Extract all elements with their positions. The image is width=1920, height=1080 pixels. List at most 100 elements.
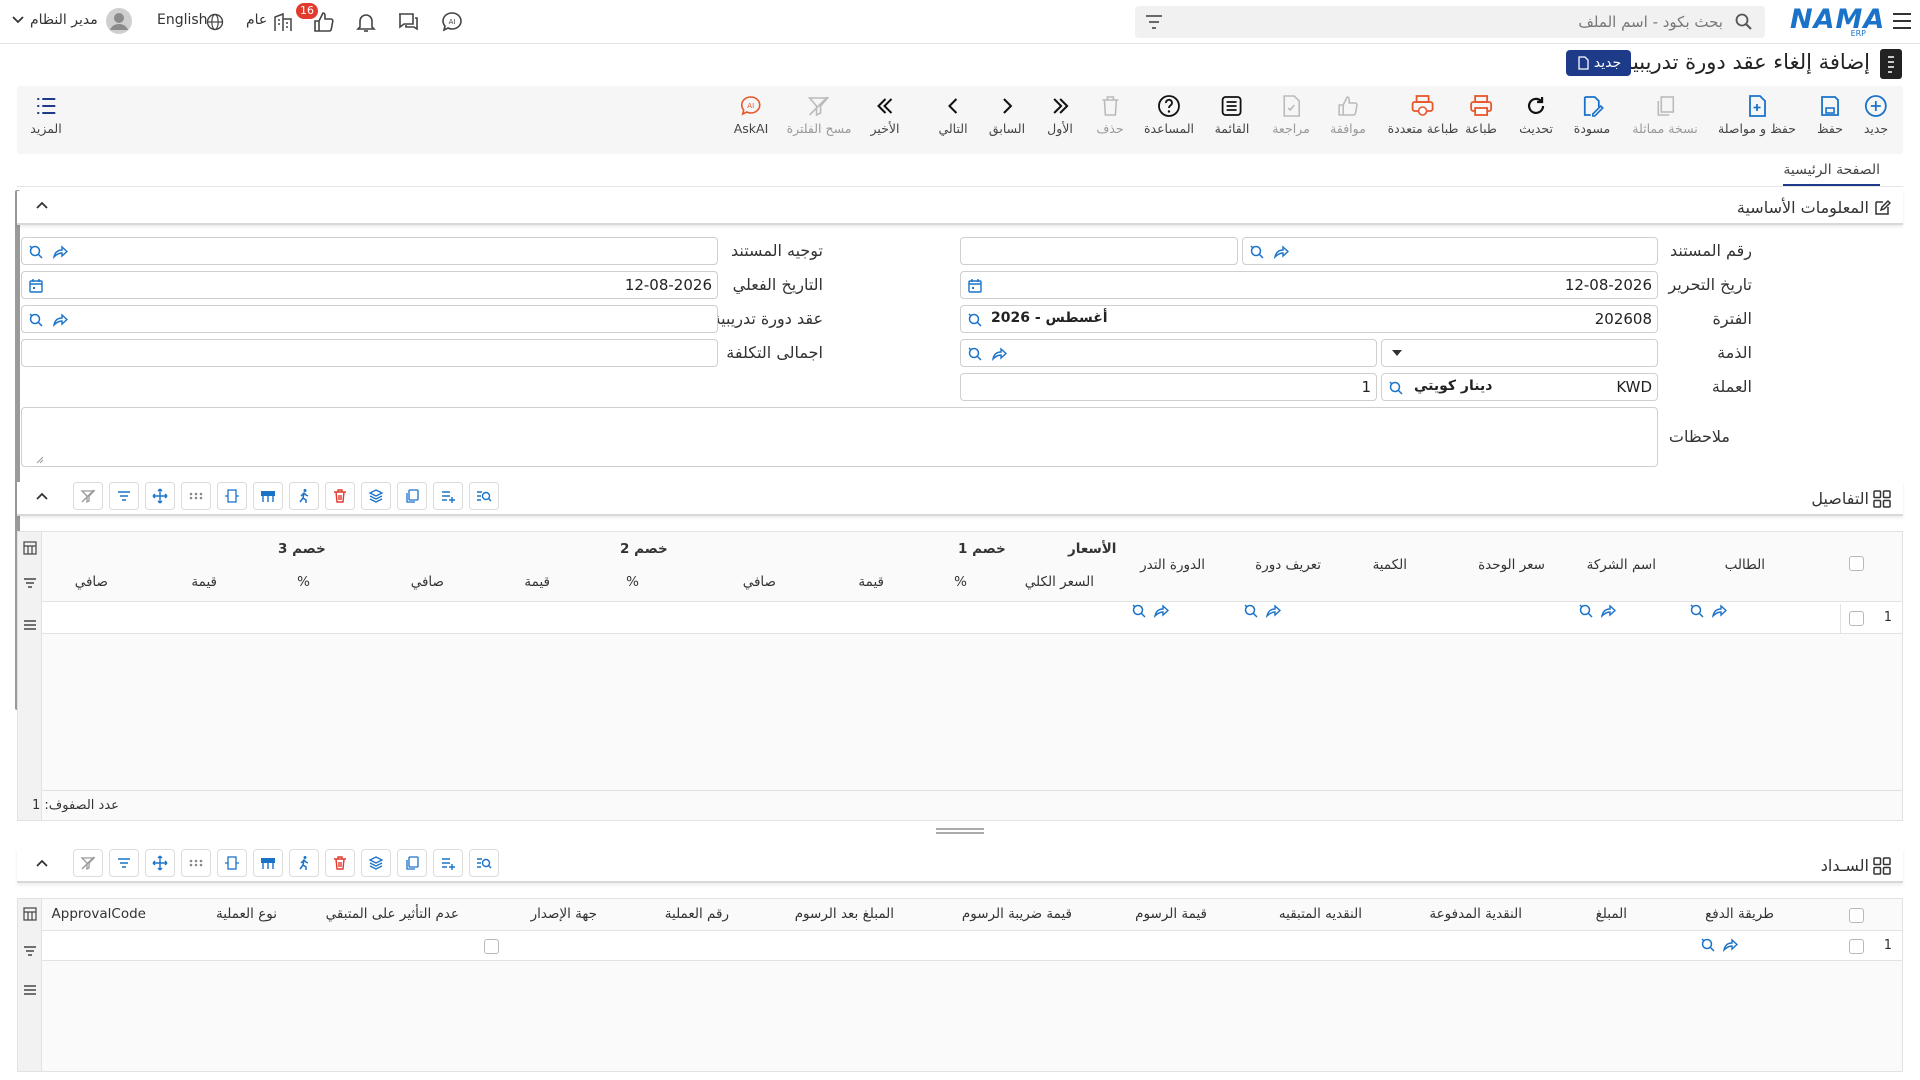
layers-icon[interactable] (361, 482, 391, 510)
fit-columns-icon[interactable] (217, 482, 247, 510)
col-paid-cash[interactable]: النقدية المدفوعة (1429, 906, 1522, 922)
menu-lines-icon[interactable] (23, 983, 37, 997)
col-op-type[interactable]: نوع العملية (216, 906, 277, 922)
resize-splitter[interactable] (936, 828, 984, 834)
more-button[interactable]: المزيد (30, 94, 62, 136)
no-effect-checkbox[interactable] (484, 939, 499, 954)
delete-row-icon[interactable] (325, 849, 355, 877)
details-header[interactable]: التفاصيل (17, 482, 1903, 516)
scope-label[interactable]: عام (246, 12, 267, 28)
branch-building-icon[interactable] (272, 11, 294, 33)
last-record-button[interactable]: الأخير (871, 94, 900, 136)
review-button[interactable]: مراجعة (1272, 94, 1310, 136)
filter-lines-icon[interactable] (109, 482, 139, 510)
col-d2-value[interactable]: قيمة (524, 574, 550, 590)
payment-method-lookup-icons[interactable] (1700, 937, 1738, 953)
col-d3-pct[interactable]: % (297, 574, 310, 590)
col-fee-tax[interactable]: قيمة ضريبة الرسوم (962, 906, 1072, 922)
select-all-checkbox[interactable] (1849, 556, 1864, 571)
col-total-price[interactable]: السعر الكلي (1025, 574, 1094, 590)
edit-date-input[interactable]: 12-08-2026 (960, 271, 1658, 299)
col-approval-code[interactable]: ApprovalCode (52, 906, 146, 922)
copy-row-icon[interactable] (397, 849, 427, 877)
course-lookup-icons[interactable] (1131, 603, 1169, 619)
filter-lines-icon[interactable] (109, 849, 139, 877)
col-course-def[interactable]: تعريف دورة (1255, 557, 1321, 573)
clear-filter-icon[interactable] (73, 849, 103, 877)
menu-lines-icon[interactable] (23, 618, 37, 632)
draft-button[interactable]: مسودة (1574, 94, 1610, 136)
col-amount[interactable]: المبلغ (1596, 906, 1627, 922)
columns-toggle-icon[interactable] (23, 907, 37, 921)
notes-textarea[interactable] (21, 407, 1658, 467)
collapse-chevron-icon[interactable] (35, 858, 49, 868)
add-row-icon[interactable] (433, 482, 463, 510)
col-d3-value[interactable]: قيمة (191, 574, 217, 590)
duplicate-button[interactable]: نسخة مماثلة (1632, 94, 1698, 136)
col-company[interactable]: اسم الشركة (1587, 557, 1656, 573)
refresh-button[interactable]: تحديث (1519, 94, 1553, 136)
total-cost-input[interactable] (21, 339, 718, 367)
doc-number-extra-input[interactable] (960, 237, 1238, 265)
move-icon[interactable] (145, 482, 175, 510)
dots-grid-icon[interactable] (181, 482, 211, 510)
col-fees[interactable]: قيمة الرسوم (1135, 906, 1207, 922)
move-icon[interactable] (145, 849, 175, 877)
period-input[interactable]: 202608 2026 - أغسطس (960, 305, 1658, 333)
layers-icon[interactable] (361, 849, 391, 877)
run-icon[interactable] (289, 482, 319, 510)
user-name[interactable]: مدير النظام (30, 12, 98, 28)
list-button[interactable]: القائمة (1215, 94, 1249, 136)
tab-home[interactable]: الصفحة الرئيسية (1783, 162, 1880, 186)
filter-icon[interactable] (23, 944, 37, 958)
col-payment-method[interactable]: طريقة الدفع (1705, 906, 1774, 922)
liability-input[interactable] (960, 339, 1377, 367)
table-icon[interactable] (253, 849, 283, 877)
payment-header[interactable]: السـداد (17, 849, 1903, 883)
fit-columns-icon[interactable] (217, 849, 247, 877)
row-checkbox[interactable] (1849, 611, 1864, 626)
col-d2-pct[interactable]: % (626, 574, 639, 590)
liability-type-select[interactable] (1381, 339, 1658, 367)
col-after-fees[interactable]: المبلغ بعد الرسوم (795, 906, 894, 922)
company-lookup-icons[interactable] (1578, 603, 1616, 619)
course-def-lookup-icons[interactable] (1243, 603, 1281, 619)
col-student[interactable]: الطالب (1725, 557, 1765, 573)
bell-icon[interactable] (354, 10, 378, 34)
delete-row-icon[interactable] (325, 482, 355, 510)
run-icon[interactable] (289, 849, 319, 877)
col-no-effect[interactable]: عدم التأثير على المتبقي (326, 906, 459, 922)
clear-filter-icon[interactable] (73, 482, 103, 510)
chevron-down-icon[interactable] (12, 16, 24, 24)
search-input[interactable]: بحث بكود - اسم الملف (1578, 13, 1723, 31)
row-checkbox[interactable] (1849, 939, 1864, 954)
basic-info-header[interactable]: المعلومات الأساسية (17, 191, 1903, 225)
globe-icon[interactable] (206, 13, 224, 31)
student-lookup-icons[interactable] (1689, 603, 1727, 619)
search-rows-icon[interactable] (469, 849, 499, 877)
ai-chat-icon[interactable]: AI (440, 10, 464, 34)
table-icon[interactable] (253, 482, 283, 510)
col-d1-value[interactable]: قيمة (858, 574, 884, 590)
table-row[interactable] (42, 931, 1902, 961)
col-op-number[interactable]: رقم العملية (665, 906, 729, 922)
col-remaining-cash[interactable]: النقديه المتبقيه (1279, 906, 1362, 922)
collapse-chevron-icon[interactable] (35, 200, 49, 210)
copy-row-icon[interactable] (397, 482, 427, 510)
user-avatar[interactable] (106, 8, 132, 34)
col-d3-net[interactable]: صافي (75, 574, 108, 590)
course-contract-input[interactable] (21, 305, 718, 333)
messages-icon[interactable] (396, 10, 420, 34)
help-button[interactable]: المساعدة (1144, 94, 1194, 136)
approve-button[interactable]: موافقة (1330, 94, 1366, 136)
col-d2-net[interactable]: صافي (411, 574, 444, 590)
delete-button[interactable]: حذف (1096, 94, 1124, 136)
col-qty[interactable]: الكمية (1373, 557, 1407, 573)
language-switch[interactable]: English (157, 12, 208, 28)
search-box[interactable]: بحث بكود - اسم الملف (1135, 6, 1765, 38)
next-record-button[interactable]: التالي (938, 94, 968, 136)
search-rows-icon[interactable] (469, 482, 499, 510)
filter-icon[interactable] (23, 576, 37, 590)
exchange-rate-input[interactable]: 1 (960, 373, 1377, 401)
save-button[interactable]: حفظ (1817, 94, 1843, 136)
